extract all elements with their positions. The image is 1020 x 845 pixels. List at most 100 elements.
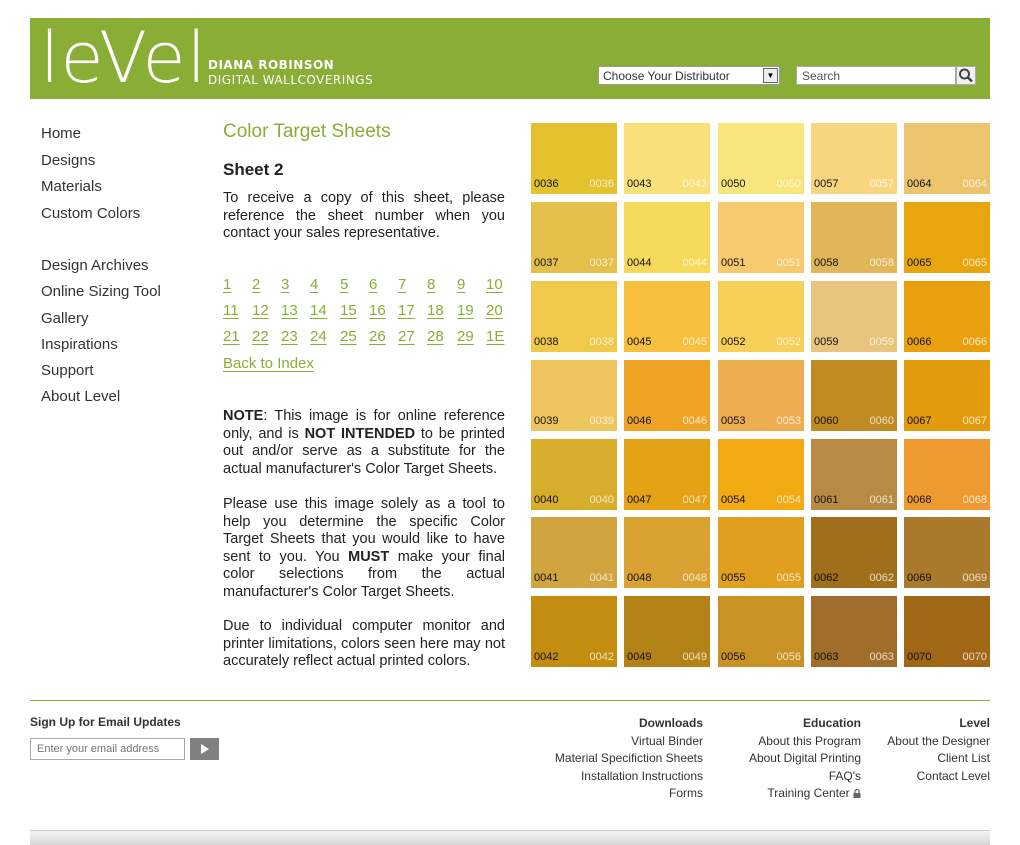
footer-link-training-center[interactable]: Training Center	[700, 785, 861, 803]
sheet-link-22[interactable]: 22	[252, 328, 269, 345]
sheet-link-1E[interactable]: 1E	[486, 328, 504, 345]
sheet-link-4[interactable]: 4	[310, 276, 318, 293]
swatch-0061[interactable]: 0061 0061	[811, 439, 897, 510]
footer-link-about-program[interactable]: About this Program	[700, 733, 861, 751]
sheet-link-8[interactable]: 8	[427, 276, 435, 293]
swatch-0050[interactable]: 0050 0050	[718, 123, 804, 194]
sheet-link-29[interactable]: 29	[457, 328, 474, 345]
sheet-link-11[interactable]: 11	[223, 302, 239, 319]
footer-link-about-digital-printing[interactable]: About Digital Printing	[700, 750, 861, 768]
swatch-0045[interactable]: 0045 0045	[624, 281, 710, 352]
swatch-0069[interactable]: 0069 0069	[904, 517, 990, 588]
sheet-link-26[interactable]: 26	[369, 328, 386, 345]
sheet-link-25[interactable]: 25	[340, 328, 357, 345]
sheet-link-2[interactable]: 2	[252, 276, 260, 293]
sheet-link-21[interactable]: 21	[223, 328, 240, 345]
logo-wordmark[interactable]: leVel	[40, 18, 207, 98]
swatch-0036[interactable]: 0036 0036	[531, 123, 617, 194]
sheet-link-16[interactable]: 16	[369, 302, 386, 319]
nav-support[interactable]: Support	[41, 362, 94, 379]
sheet-link-27[interactable]: 27	[398, 328, 415, 345]
footer-link-faqs[interactable]: FAQ's	[700, 768, 861, 786]
footer-link-material-spec-sheets[interactable]: Material Specifiction Sheets	[503, 750, 703, 768]
sheet-link-6[interactable]: 6	[369, 276, 377, 293]
email-field[interactable]	[30, 738, 185, 760]
swatch-0055[interactable]: 0055 0055	[718, 517, 804, 588]
sheet-link-24[interactable]: 24	[310, 328, 327, 345]
swatch-code-light: 0043	[682, 178, 707, 190]
sheet-link-13[interactable]: 13	[281, 302, 298, 319]
sheet-link-12[interactable]: 12	[252, 302, 269, 319]
swatch-0068[interactable]: 0068 0068	[904, 439, 990, 510]
swatch-0046[interactable]: 0046 0046	[624, 360, 710, 431]
swatch-0067[interactable]: 0067 0067	[904, 360, 990, 431]
swatch-0058[interactable]: 0058 0058	[811, 202, 897, 273]
sheet-link-28[interactable]: 28	[427, 328, 444, 345]
sheet-link-18[interactable]: 18	[427, 302, 444, 319]
nav-online-sizing-tool[interactable]: Online Sizing Tool	[41, 283, 161, 300]
swatch-0047[interactable]: 0047 0047	[624, 439, 710, 510]
sheet-link-5[interactable]: 5	[340, 276, 348, 293]
swatch-code: 0057	[814, 178, 839, 190]
footer-link-forms[interactable]: Forms	[503, 785, 703, 803]
sheet-link-19[interactable]: 19	[457, 302, 474, 319]
footer-divider	[30, 700, 990, 701]
swatch-0043[interactable]: 0043 0043	[624, 123, 710, 194]
swatch-0053[interactable]: 0053 0053	[718, 360, 804, 431]
distributor-select[interactable]: Choose Your Distributor ▼	[598, 66, 780, 85]
nav-inspirations[interactable]: Inspirations	[41, 336, 118, 353]
search-input[interactable]: Search	[796, 66, 956, 85]
footer-link-installation[interactable]: Installation Instructions	[503, 768, 703, 786]
sheet-link-10[interactable]: 10	[486, 276, 503, 293]
swatch-0038[interactable]: 0038 0038	[531, 281, 617, 352]
sheet-link-14[interactable]: 14	[310, 302, 327, 319]
sheet-link-20[interactable]: 20	[486, 302, 503, 319]
footer-link-client-list[interactable]: Client List	[870, 750, 990, 768]
swatch-0048[interactable]: 0048 0048	[624, 517, 710, 588]
nav-design-archives[interactable]: Design Archives	[41, 257, 149, 274]
sheet-link-17[interactable]: 17	[398, 302, 415, 319]
swatch-0070[interactable]: 0070 0070	[904, 596, 990, 667]
chevron-down-icon[interactable]: ▼	[763, 68, 778, 83]
swatch-0056[interactable]: 0056 0056	[718, 596, 804, 667]
sheet-link-9[interactable]: 9	[457, 276, 465, 293]
swatch-0064[interactable]: 0064 0064	[904, 123, 990, 194]
swatch-0051[interactable]: 0051 0051	[718, 202, 804, 273]
sheet-link-7[interactable]: 7	[398, 276, 406, 293]
nav-custom-colors[interactable]: Custom Colors	[41, 205, 140, 222]
nav-materials[interactable]: Materials	[41, 178, 102, 195]
swatch-0040[interactable]: 0040 0040	[531, 439, 617, 510]
swatch-0054[interactable]: 0054 0054	[718, 439, 804, 510]
swatch-0060[interactable]: 0060 0060	[811, 360, 897, 431]
swatch-0042[interactable]: 0042 0042	[531, 596, 617, 667]
back-to-index-link[interactable]: Back to Index	[223, 355, 314, 372]
sheet-link-15[interactable]: 15	[340, 302, 357, 319]
footer-link-contact-level[interactable]: Contact Level	[870, 768, 990, 786]
swatch-0049[interactable]: 0049 0049	[624, 596, 710, 667]
swatch-code: 0046	[627, 415, 652, 427]
swatch-0052[interactable]: 0052 0052	[718, 281, 804, 352]
footer-link-virtual-binder[interactable]: Virtual Binder	[503, 733, 703, 751]
swatch-0044[interactable]: 0044 0044	[624, 202, 710, 273]
swatch-0041[interactable]: 0041 0041	[531, 517, 617, 588]
nav-gallery[interactable]: Gallery	[41, 310, 89, 327]
swatch-0065[interactable]: 0065 0065	[904, 202, 990, 273]
nav-home[interactable]: Home	[41, 125, 81, 142]
swatch-0063[interactable]: 0063 0063	[811, 596, 897, 667]
search-button[interactable]	[956, 66, 976, 85]
sheet-link-1[interactable]: 1	[223, 276, 231, 293]
sheet-link-23[interactable]: 23	[281, 328, 298, 345]
footer-link-about-designer[interactable]: About the Designer	[870, 733, 990, 751]
email-submit-button[interactable]	[190, 738, 219, 760]
sheet-link-3[interactable]: 3	[281, 276, 289, 293]
nav-about-level[interactable]: About Level	[41, 388, 120, 405]
swatch-0066[interactable]: 0066 0066	[904, 281, 990, 352]
swatch-0039[interactable]: 0039 0039	[531, 360, 617, 431]
nav-designs[interactable]: Designs	[41, 152, 95, 169]
swatch-0059[interactable]: 0059 0059	[811, 281, 897, 352]
swatch-0062[interactable]: 0062 0062	[811, 517, 897, 588]
swatch-0057[interactable]: 0057 0057	[811, 123, 897, 194]
swatch-code-light: 0054	[776, 494, 801, 506]
swatch-code: 0039	[534, 415, 559, 427]
swatch-0037[interactable]: 0037 0037	[531, 202, 617, 273]
